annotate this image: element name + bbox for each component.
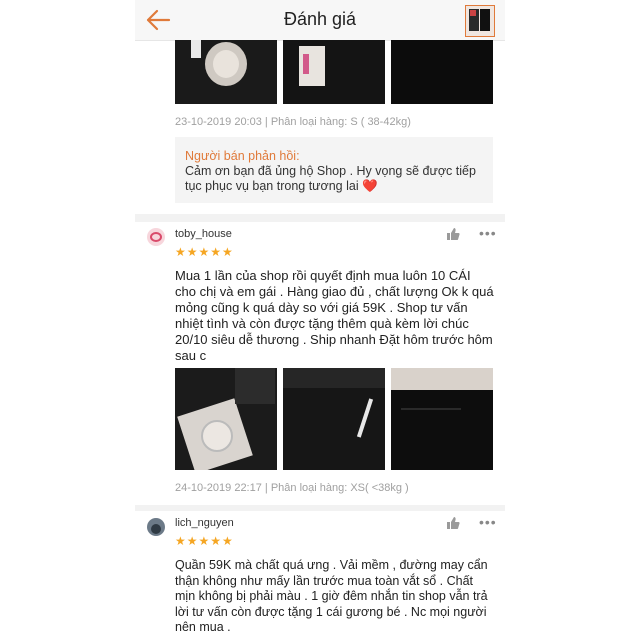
review-text: Mua 1 lần của shop rồi quyết định mua lu… <box>175 268 494 363</box>
seller-reply-text: Cảm ơn bạn đã ủng hộ Shop . Hy vọng sẽ đ… <box>185 164 476 193</box>
seller-reply: Người bán phản hồi: Cảm ơn bạn đã ủng hộ… <box>175 137 493 203</box>
product-thumbnail[interactable] <box>465 5 495 37</box>
review-username: toby_house <box>175 228 232 240</box>
review-photo[interactable] <box>283 368 385 470</box>
thumbs-up-icon[interactable] <box>446 227 460 241</box>
more-options-icon[interactable]: ••• <box>479 225 497 241</box>
page-title: Đánh giá <box>283 9 357 29</box>
review-photo[interactable] <box>391 40 493 104</box>
review-text: Quần 59K mà chất quá ưng . Vải mềm , đườ… <box>175 558 488 634</box>
top-bar: Đánh giá <box>135 0 505 41</box>
seller-reply-heading: Người bán phản hồi: <box>185 149 300 163</box>
more-options-icon[interactable]: ••• <box>479 514 497 530</box>
review-photo[interactable] <box>175 368 277 470</box>
thumbs-up-icon[interactable] <box>446 516 460 530</box>
review-photo[interactable] <box>283 40 385 104</box>
review-photo[interactable] <box>391 368 493 470</box>
review-screen: Đánh giá 23-10-2019 20:03 | Phân loại hà… <box>135 0 505 640</box>
avatar[interactable] <box>147 228 165 246</box>
divider <box>135 505 505 511</box>
review-meta: 24-10-2019 22:17 | Phân loại hàng: XS( <… <box>175 482 409 494</box>
review-username: lich_nguyen <box>175 517 234 529</box>
review-meta: 23-10-2019 20:03 | Phân loại hàng: S ( 3… <box>175 116 411 128</box>
divider <box>135 214 505 222</box>
rating-stars: ★★★★★ <box>175 245 234 259</box>
rating-stars: ★★★★★ <box>175 534 234 548</box>
avatar[interactable] <box>147 518 165 536</box>
review-photo[interactable] <box>175 40 277 104</box>
